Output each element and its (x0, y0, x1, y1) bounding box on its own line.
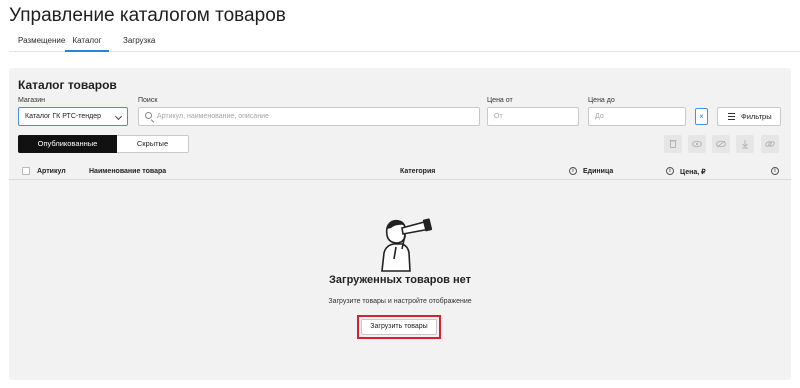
hide-icon[interactable] (712, 135, 730, 153)
download-icon[interactable] (736, 135, 754, 153)
tab-upload[interactable]: Загрузка (123, 35, 155, 52)
search-placeholder: Артикул, наименование, описание (157, 113, 269, 120)
price-to-input[interactable]: До (588, 107, 686, 126)
info-icon[interactable]: i (569, 167, 577, 175)
info-icon[interactable]: i (666, 167, 674, 175)
search-icon (145, 112, 152, 119)
price-from-input[interactable]: От (487, 107, 579, 126)
col-article[interactable]: Артикул (37, 168, 66, 175)
clear-filter-button[interactable]: × (695, 108, 708, 125)
upload-button-highlight: Загрузить товары (357, 315, 441, 339)
sliders-icon (728, 113, 735, 120)
filters-button[interactable]: Фильтры (717, 107, 781, 126)
catalog-panel: Каталог товаров Магазин Поиск Цена от Це… (9, 68, 791, 380)
col-price[interactable]: Цена, ₽ (680, 168, 706, 176)
info-icon[interactable]: i (771, 167, 779, 175)
empty-state-subtitle: Загрузите товары и настройте отображение (328, 298, 472, 305)
col-unit[interactable]: Единица (583, 168, 613, 175)
empty-state-title: Загруженных товаров нет (328, 274, 471, 286)
segment-published[interactable]: Опубликованные (18, 135, 117, 153)
search-input[interactable]: Артикул, наименование, описание (138, 107, 480, 126)
delete-icon[interactable] (664, 135, 682, 153)
table-header: Артикул Наименование товара Категория i … (9, 164, 791, 180)
show-icon[interactable] (688, 135, 706, 153)
store-select-value: Каталог ГК РТС-тендер (25, 113, 101, 120)
price-to-label: Цена до (588, 97, 615, 104)
page-title: Управление каталогом товаров (9, 5, 286, 26)
col-category[interactable]: Категория (400, 168, 435, 175)
store-select[interactable]: Каталог ГК РТС-тендер (18, 107, 128, 126)
close-icon: × (699, 112, 704, 121)
upload-products-button[interactable]: Загрузить товары (361, 319, 437, 335)
tab-placement[interactable]: Размещение (18, 35, 65, 52)
col-name[interactable]: Наименование товара (89, 168, 166, 175)
panel-title: Каталог товаров (18, 78, 117, 92)
price-to-placeholder: До (595, 113, 604, 120)
select-all-checkbox[interactable] (22, 167, 30, 175)
tab-catalog[interactable]: Каталог (65, 35, 109, 52)
tab-bar: Размещение Каталог Загрузка (9, 35, 800, 52)
filters-button-label: Фильтры (741, 112, 772, 121)
price-from-label: Цена от (487, 97, 513, 104)
link-icon[interactable] (761, 135, 779, 153)
search-label: Поиск (138, 97, 158, 104)
chevron-down-icon (114, 112, 123, 121)
store-label: Магазин (18, 97, 46, 104)
segment-hidden[interactable]: Скрытые (117, 135, 189, 153)
price-from-placeholder: От (494, 113, 503, 120)
binoculars-person-illustration (372, 213, 434, 273)
